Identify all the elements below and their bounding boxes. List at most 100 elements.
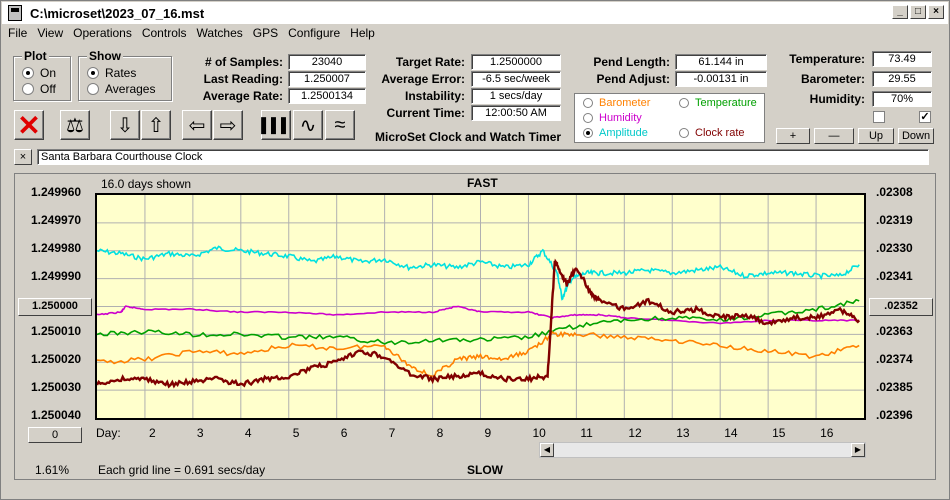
last-reading-label: Last Reading: (203, 72, 283, 86)
menu-file[interactable]: File (3, 25, 32, 43)
plot-off-option[interactable]: Off (22, 82, 56, 96)
samples-field: 23040 (288, 54, 366, 70)
menu-help[interactable]: Help (345, 25, 380, 43)
instability-label: Instability: (404, 89, 465, 103)
pend-adjust-field[interactable]: -0.00131 in (675, 71, 767, 87)
radio-icon[interactable] (22, 83, 34, 95)
slow-label: SLOW (467, 463, 503, 477)
shift-down-button[interactable]: ⇩ (110, 110, 140, 140)
radio-icon[interactable] (87, 67, 99, 79)
legend-amplitude[interactable]: Amplitude (583, 127, 648, 139)
menu-controls[interactable]: Controls (137, 25, 192, 43)
radio-icon[interactable] (87, 83, 99, 95)
scroll-left-arrow-icon[interactable]: ◀ (540, 443, 554, 457)
shift-up-button[interactable]: ⇧ (141, 110, 171, 140)
scale-icon: ⚖ (66, 114, 84, 137)
current-time-field: 12:00:50 AM (471, 105, 561, 121)
menu-operations[interactable]: Operations (68, 25, 137, 43)
current-time-label: Current Time: (386, 106, 465, 120)
legend-barometer[interactable]: Barometer (583, 97, 650, 109)
program-title: MicroSet Clock and Watch Timer (375, 130, 562, 144)
stop-button[interactable]: ✕ (14, 110, 44, 141)
x-tick-label: 10 (532, 426, 546, 440)
right-scale-button[interactable]: .02352 (869, 298, 933, 316)
show-rates-option[interactable]: Rates (87, 66, 136, 80)
clear-name-button[interactable]: × (14, 149, 32, 165)
minimize-button[interactable]: _ (892, 5, 908, 19)
chart-scrollbar[interactable]: ◀ ▶ (539, 442, 866, 458)
line-graph-icon: ∿ (299, 114, 317, 137)
title-bar: C:\microset\2023_07_16.mst _ □ × (2, 2, 948, 24)
target-rate-field[interactable]: 1.2500000 (471, 54, 561, 70)
y-right-tick-label: .02374 (876, 352, 913, 367)
menu-configure[interactable]: Configure (283, 25, 345, 43)
radio-icon[interactable] (22, 67, 34, 79)
plot-group: Plot On Off (13, 49, 71, 101)
y-right-tick-label: .02319 (876, 212, 913, 227)
fast-label: FAST (467, 176, 498, 190)
maximize-button[interactable]: □ (910, 5, 926, 19)
series-line-4 (97, 258, 861, 389)
samples-label: # of Samples: (204, 55, 283, 69)
average-error-label: Average Error: (381, 72, 465, 86)
x-tick-label: 9 (484, 426, 492, 440)
x-tick-label: 14 (724, 426, 738, 440)
balance-button[interactable]: ⚖ (60, 110, 90, 140)
radio-icon[interactable] (679, 98, 689, 108)
plot-on-label: On (40, 66, 57, 80)
show-group: Show Rates Averages (78, 49, 172, 101)
x-tick-label: 3 (196, 426, 204, 440)
y-left-tick-label: 1.249970 (31, 212, 82, 227)
checkbox-right[interactable]: ✓ (919, 111, 931, 123)
arrow-down-icon: ⇩ (116, 114, 134, 137)
x-tick-label: 4 (244, 426, 252, 440)
pend-length-field[interactable]: 61.144 in (675, 54, 767, 70)
show-averages-label: Averages (105, 82, 156, 96)
series-legend: Barometer Temperature Humidity Amplitude… (574, 93, 765, 143)
x-tick-label: 5 (292, 426, 300, 440)
down-button[interactable]: Down (898, 128, 934, 144)
y-left-tick-label: 1.250010 (31, 324, 82, 339)
menu-watches[interactable]: Watches (192, 25, 248, 43)
y-right-tick-label: .02341 (876, 268, 913, 283)
up-button[interactable]: Up (858, 128, 894, 144)
x-tick-label: 8 (436, 426, 444, 440)
menu-gps[interactable]: GPS (248, 25, 283, 43)
clock-name-field[interactable]: Santa Barbara Courthouse Clock (37, 149, 929, 165)
shift-right-button[interactable]: ⇨ (213, 110, 243, 140)
radio-icon[interactable] (583, 113, 593, 123)
bars-view-button[interactable]: ▌▌▌ (261, 110, 291, 140)
percent-label: 1.61% (35, 463, 70, 477)
radio-icon[interactable] (679, 128, 689, 138)
legend-clock-rate[interactable]: Clock rate (679, 127, 745, 139)
scroll-right-arrow-icon[interactable]: ▶ (851, 443, 865, 457)
line-view-button[interactable]: ∿ (293, 110, 323, 140)
radio-icon[interactable] (583, 98, 593, 108)
checkbox-left[interactable] (873, 111, 885, 123)
shift-left-button[interactable]: ⇦ (182, 110, 212, 140)
zero-button[interactable]: 0 (28, 427, 82, 443)
center-rate-button[interactable]: 1.250000 (18, 298, 92, 316)
smooth-view-button[interactable]: ≈ (325, 110, 355, 140)
average-error-field: -6.5 sec/week (471, 71, 561, 87)
y-left-tick-label: 1.250040 (31, 408, 82, 422)
x-tick-label: 12 (628, 426, 642, 440)
plot-on-option[interactable]: On (22, 66, 56, 80)
series-line-0 (97, 245, 860, 301)
show-averages-option[interactable]: Averages (87, 82, 155, 96)
minus-button[interactable]: — (814, 128, 854, 144)
y-right-tick-label: .02385 (876, 380, 913, 395)
legend-humidity[interactable]: Humidity (583, 112, 642, 124)
close-button[interactable]: × (928, 5, 944, 19)
plus-button[interactable]: + (776, 128, 810, 144)
x-tick-label: 7 (388, 426, 396, 440)
x-tick-label: 11 (580, 426, 593, 440)
grid-note: Each grid line = 0.691 secs/day (98, 463, 266, 477)
y-right-tick-label: .02308 (876, 185, 913, 199)
radio-icon[interactable] (583, 128, 593, 138)
legend-amplitude-label: Amplitude (599, 127, 648, 139)
arrow-up-icon: ⇧ (147, 114, 165, 137)
x-tick-label: 6 (340, 426, 348, 440)
legend-temperature[interactable]: Temperature (679, 97, 757, 109)
menu-view[interactable]: View (32, 25, 68, 43)
